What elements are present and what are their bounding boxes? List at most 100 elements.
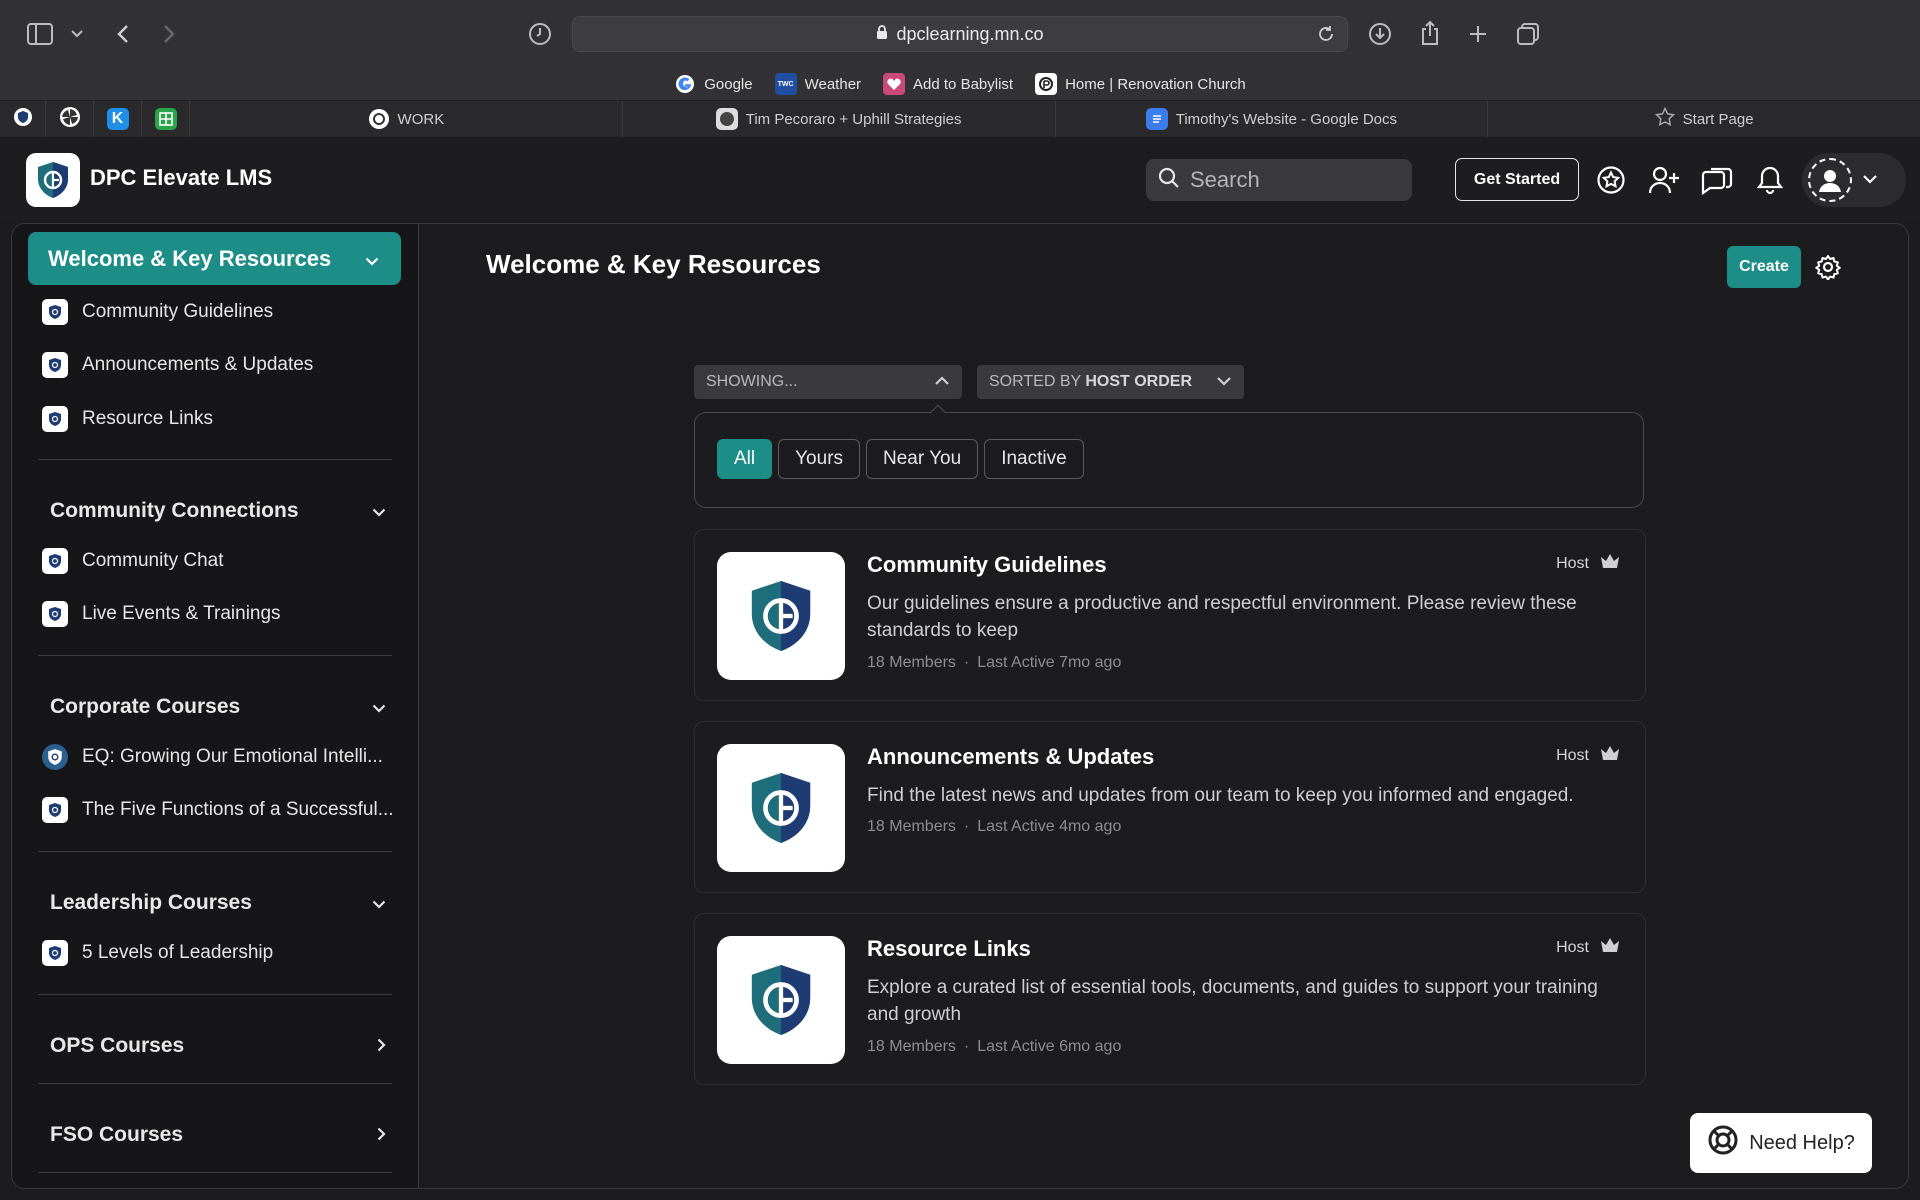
sidebar-item-5-levels[interactable]: 5 Levels of Leadership: [42, 938, 273, 968]
get-started-button[interactable]: Get Started: [1455, 158, 1579, 201]
host-label: Host: [1556, 554, 1589, 572]
space-card-announcements[interactable]: Announcements & Updates Find the latest …: [694, 721, 1646, 893]
sidebar-item-label: Resource Links: [82, 408, 213, 429]
profile-menu[interactable]: [1802, 153, 1906, 207]
sidebar-section-ops-courses[interactable]: OPS Courses: [50, 1029, 390, 1063]
bookmarks-bar: Google TWC Weather Add to Babylist Home …: [0, 68, 1920, 100]
sidebar-divider: [38, 655, 392, 656]
sidebar-section-community-connections[interactable]: Community Connections: [50, 494, 390, 528]
brand-name: DPC Elevate LMS: [90, 165, 273, 190]
search-box[interactable]: [1146, 159, 1412, 201]
dpc-shield-logo: [717, 744, 845, 872]
filter-chip-inactive[interactable]: Inactive: [984, 439, 1084, 479]
sidebar-item-eq-course[interactable]: EQ: Growing Our Emotional Intelli...: [42, 742, 383, 772]
sidebar-item-five-functions[interactable]: The Five Functions of a Successful...: [42, 795, 394, 825]
pinned-tab-k[interactable]: K: [94, 101, 142, 137]
dpc-shield-icon: [42, 744, 68, 770]
showing-label: SHOWING...: [706, 373, 798, 390]
need-help-label: Need Help?: [1749, 1131, 1855, 1154]
search-input[interactable]: [1190, 167, 1390, 193]
member-count: 18 Members: [867, 654, 956, 671]
bookmark-google[interactable]: Google: [674, 73, 753, 95]
settings-gear-icon[interactable]: [1815, 254, 1841, 285]
lock-icon: [876, 24, 888, 45]
sidebar-divider: [38, 459, 392, 460]
weather-channel-icon: TWC: [774, 73, 797, 95]
space-card-community-guidelines[interactable]: Community Guidelines Our guidelines ensu…: [694, 529, 1646, 701]
bookmark-label: Google: [704, 75, 753, 93]
filter-chip-all[interactable]: All: [717, 439, 773, 479]
card-title: Resource Links: [867, 936, 1031, 961]
sidebar-section-welcome[interactable]: Welcome & Key Resources: [28, 232, 401, 285]
bookmark-label: Add to Babylist: [913, 75, 1014, 93]
app-header: DPC Elevate LMS Get Started: [0, 139, 1920, 221]
sidebar-section-fso-courses[interactable]: FSO Courses: [50, 1118, 390, 1152]
chevron-up-icon: [934, 373, 950, 391]
dpc-logo[interactable]: [26, 153, 80, 207]
tab-start-page[interactable]: Start Page: [1488, 101, 1920, 137]
sidebar-section-title: Leadership Courses: [50, 891, 252, 914]
forward-icon[interactable]: [156, 20, 182, 48]
bookmark-weather[interactable]: TWC Weather: [774, 73, 861, 95]
crown-icon: [1599, 936, 1621, 959]
sidebar-section-leadership-courses[interactable]: Leadership Courses: [50, 886, 390, 920]
tab-overview-icon[interactable]: [1514, 20, 1542, 48]
new-tab-icon[interactable]: [1464, 20, 1492, 48]
tab-google-docs[interactable]: Timothy's Website - Google Docs: [1056, 101, 1489, 137]
card-description: Our guidelines ensure a productive and r…: [867, 593, 1577, 641]
sidebar-item-announcements[interactable]: Announcements & Updates: [42, 350, 313, 380]
notifications-bell-icon[interactable]: [1753, 163, 1787, 197]
last-active: Last Active 4mo ago: [977, 818, 1122, 835]
card-description: Find the latest news and updates from ou…: [867, 785, 1574, 806]
dpc-shield-icon: [42, 601, 68, 627]
chevron-down-icon[interactable]: [68, 24, 86, 44]
showing-filter-dropdown[interactable]: SHOWING...: [694, 365, 962, 399]
sidebar-item-label: EQ: Growing Our Emotional Intelli...: [82, 746, 383, 767]
sidebar-item-community-guidelines[interactable]: Community Guidelines: [42, 297, 273, 327]
history-icon[interactable]: [526, 20, 554, 48]
card-meta: 18 Members · Last Active 6mo ago: [867, 1038, 1121, 1056]
achievements-star-icon[interactable]: [1594, 163, 1628, 197]
search-icon: [1158, 167, 1180, 194]
share-icon[interactable]: [1416, 18, 1444, 48]
sidebar-section-corporate-courses[interactable]: Corporate Courses: [50, 690, 390, 724]
filter-chip-near-you[interactable]: Near You: [866, 439, 979, 479]
address-bar[interactable]: dpclearning.mn.co: [572, 16, 1348, 52]
host-label: Host: [1556, 746, 1589, 764]
meta-separator: ·: [963, 1038, 970, 1055]
filter-panel: All Yours Near You Inactive: [694, 412, 1644, 508]
last-active: Last Active 7mo ago: [977, 654, 1122, 671]
page-title: Welcome & Key Resources: [486, 249, 821, 279]
sidebar-item-live-events[interactable]: Live Events & Trainings: [42, 599, 281, 629]
dpc-shield-icon: [13, 107, 33, 132]
pinned-tab-dpc[interactable]: [0, 101, 46, 137]
bookmark-label: Home | Renovation Church: [1065, 75, 1246, 93]
filter-chip-yours[interactable]: Yours: [778, 439, 861, 479]
crown-icon: [1599, 744, 1621, 767]
messages-icon[interactable]: [1700, 163, 1734, 197]
tab-work[interactable]: WORK: [190, 101, 623, 137]
sidebar-item-label: Announcements & Updates: [82, 354, 314, 375]
back-icon[interactable]: [110, 20, 136, 48]
space-card-resource-links[interactable]: Resource Links Explore a curated list of…: [694, 913, 1646, 1085]
main-content: Welcome & Key Resources Create SHOWING..…: [420, 224, 1908, 1188]
pinned-tab-pinwheel[interactable]: [46, 101, 94, 137]
google-icon: [674, 73, 696, 95]
reload-icon[interactable]: [1317, 25, 1335, 48]
downloads-icon[interactable]: [1366, 20, 1394, 48]
bookmark-renovation-church[interactable]: Home | Renovation Church: [1035, 73, 1246, 95]
sidebar-item-resource-links[interactable]: Resource Links: [42, 404, 213, 434]
member-count: 18 Members: [867, 1038, 956, 1055]
bookmark-babylist[interactable]: Add to Babylist: [883, 73, 1013, 95]
sidebar-item-community-chat[interactable]: Community Chat: [42, 546, 224, 576]
invite-member-icon[interactable]: [1647, 163, 1681, 197]
sidebar-toggle-icon[interactable]: [26, 20, 54, 48]
create-button[interactable]: Create: [1727, 246, 1801, 288]
pinned-tab-sheets[interactable]: [142, 101, 190, 137]
need-help-button[interactable]: Need Help?: [1690, 1113, 1872, 1173]
card-meta: 18 Members · Last Active 4mo ago: [867, 818, 1121, 836]
card-description: Explore a curated list of essential tool…: [867, 977, 1598, 1025]
tab-uphill-strategies[interactable]: Tim Pecoraro + Uphill Strategies: [623, 101, 1056, 137]
sort-dropdown[interactable]: SORTED BY HOST ORDER: [977, 365, 1244, 399]
pinwheel-icon: [59, 106, 81, 133]
